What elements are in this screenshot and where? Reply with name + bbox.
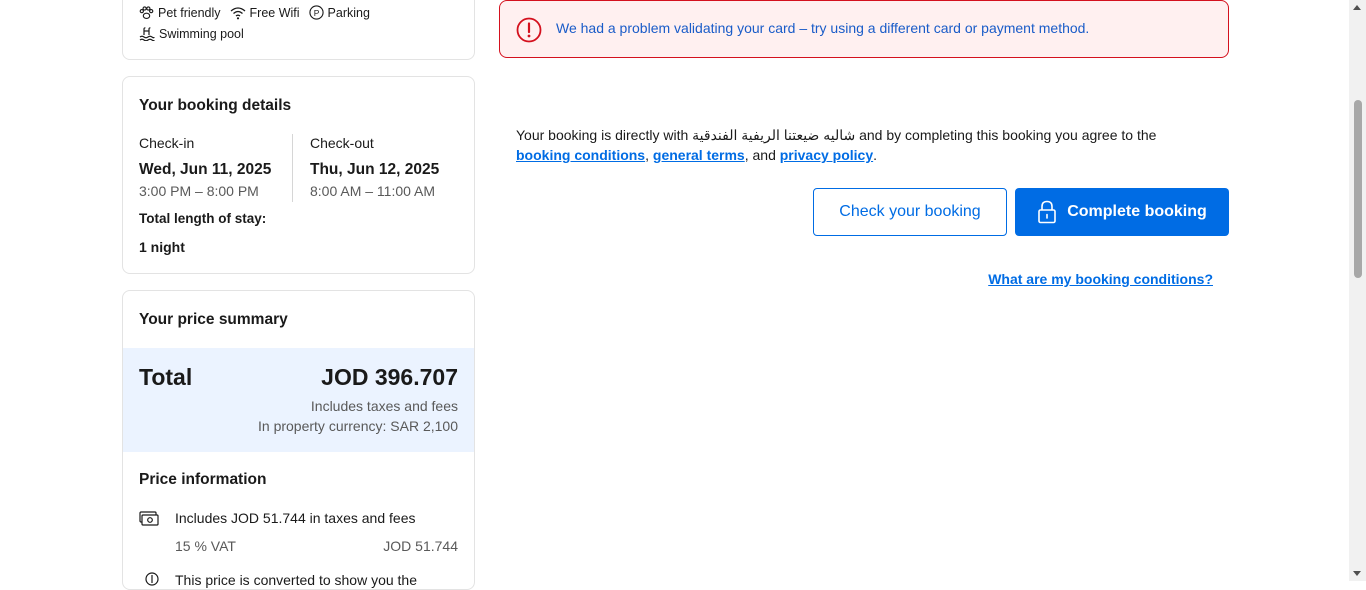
total-band: Total JOD 396.707 Includes taxes and fee…: [123, 348, 474, 452]
facility-label: Pet friendly: [158, 5, 221, 20]
price-summary-card: Your price summary Total JOD 396.707 Inc…: [122, 290, 475, 590]
privacy-policy-link[interactable]: privacy policy: [780, 147, 873, 163]
general-terms-link[interactable]: general terms: [653, 147, 745, 163]
alert-message: We had a problem validating your card – …: [556, 20, 1090, 36]
agreement-and: , and: [744, 147, 780, 163]
booking-conditions-question-link[interactable]: What are my booking conditions?: [988, 271, 1213, 287]
complete-booking-label: Complete booking: [1067, 203, 1207, 220]
check-your-booking-label: Check your booking: [839, 203, 981, 220]
agreement-comma: ,: [645, 147, 653, 163]
booking-details-title: Your booking details: [139, 97, 292, 114]
checkout-label: Check-out: [310, 135, 374, 151]
booking-agreement-text: Your booking is directly with شاليه ضيعت…: [516, 125, 1216, 165]
total-price: JOD 396.707: [321, 364, 458, 390]
check-your-booking-button[interactable]: Check your booking: [813, 188, 1007, 236]
checkout-date: Thu, Jun 12, 2025: [310, 161, 440, 178]
vat-value: JOD 51.744: [383, 538, 458, 554]
price-summary-title: Your price summary: [139, 311, 288, 328]
parking-icon: P: [308, 5, 324, 20]
facilities-card: Pet friendly Free Wifi P Parking Swimmin…: [122, 0, 475, 60]
checkout-time: 8:00 AM – 11:00 AM: [310, 183, 436, 199]
scroll-down-arrow-icon[interactable]: [1353, 571, 1361, 576]
taxes-line: Includes JOD 51.744 in taxes and fees: [175, 510, 416, 526]
checkin-date: Wed, Jun 11, 2025: [139, 161, 272, 178]
pool-icon: [139, 27, 155, 41]
facility-swimming-pool: Swimming pool: [139, 27, 244, 41]
facility-label: Free Wifi: [249, 5, 300, 20]
facilities-row: Swimming pool: [139, 27, 253, 41]
facility-pet-friendly: Pet friendly: [139, 6, 221, 20]
stay-length-value: 1 night: [139, 239, 185, 255]
checkin-checkout-divider: [292, 134, 293, 202]
scroll-thumb[interactable]: [1354, 100, 1362, 278]
property-currency-note: In property currency: SAR 2,100: [258, 418, 458, 434]
wifi-icon: [230, 6, 245, 19]
info-icon: [145, 572, 159, 586]
scroll-up-arrow-icon[interactable]: [1353, 5, 1361, 10]
lock-icon: [1038, 200, 1057, 224]
complete-booking-button[interactable]: Complete booking: [1015, 188, 1229, 236]
checkin-label: Check-in: [139, 135, 195, 151]
svg-text:P: P: [313, 8, 319, 18]
facility-label: Parking: [327, 5, 370, 20]
total-label: Total: [139, 364, 193, 390]
agreement-period: .: [873, 147, 878, 163]
vat-label: 15 % VAT: [175, 538, 236, 554]
paw-icon: [139, 5, 154, 19]
facility-label: Swimming pool: [159, 27, 244, 41]
converted-price-note: This price is converted to show you the: [175, 572, 418, 588]
facility-free-wifi: Free Wifi: [230, 6, 300, 20]
property-name: شاليه ضيعتنا الريفية الفندقية: [692, 127, 856, 143]
checkin-time: 3:00 PM – 8:00 PM: [139, 183, 259, 199]
includes-taxes-note: Includes taxes and fees: [310, 398, 458, 414]
booking-details-card: Your booking details Check-in Wed, Jun 1…: [122, 76, 475, 274]
alert-icon: [516, 17, 542, 43]
booking-conditions-link[interactable]: booking conditions: [516, 147, 645, 163]
stay-length-label: Total length of stay:: [139, 211, 267, 226]
price-information-title: Price information: [139, 471, 267, 488]
facilities-row: Pet friendly Free Wifi P Parking: [139, 5, 379, 20]
agreement-middle: and by completing this booking you agree…: [855, 127, 1157, 143]
facility-parking: P Parking: [308, 5, 370, 20]
card-error-alert: We had a problem validating your card – …: [499, 0, 1229, 58]
money-icon: [139, 511, 159, 526]
agreement-prefix: Your booking is directly with: [516, 127, 693, 143]
page-scrollbar[interactable]: [1349, 0, 1366, 581]
